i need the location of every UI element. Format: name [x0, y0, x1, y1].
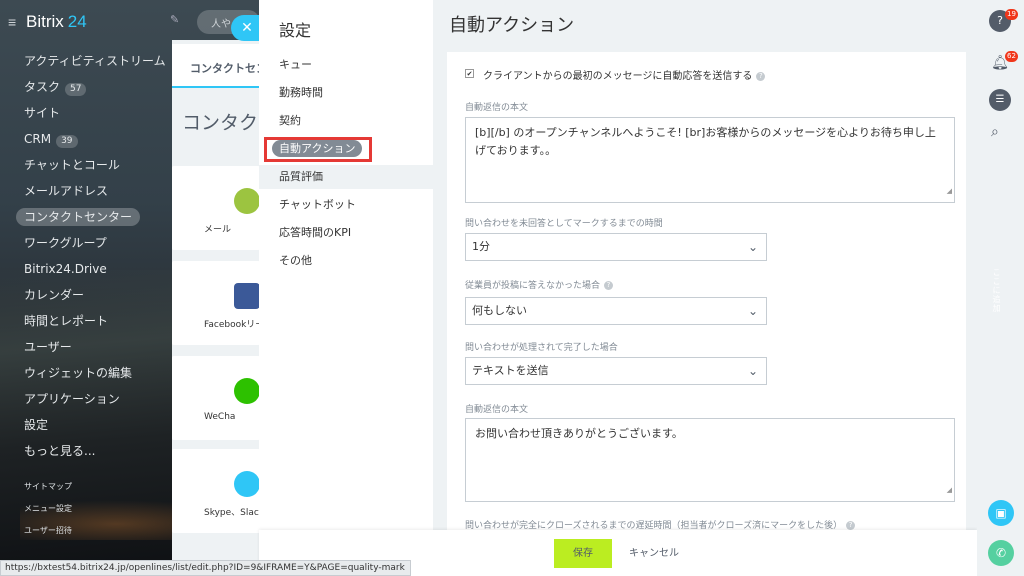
settings-nav-quality[interactable]: 品質評価: [259, 165, 433, 189]
add-here-vertical-label[interactable]: ここに追加: [991, 268, 1002, 313]
help-icon[interactable]: ?: [604, 281, 614, 290]
sidebar-item-more[interactable]: もっと見る...: [0, 438, 200, 464]
sidebar-item-tasks[interactable]: タスク 57: [0, 74, 200, 100]
auto-actions-form: ✔ クライアントからの最初のメッセージに自動応答を送信する? 自動返信の本文 […: [447, 52, 966, 530]
page-title: 自動アクション: [449, 15, 575, 36]
chevron-down-icon: ⌄: [747, 304, 758, 318]
sidebar-item-activity[interactable]: アクティビティストリーム: [0, 48, 200, 74]
mail-icon: [234, 188, 260, 214]
sidebar-item-widget-edit[interactable]: ウィジェットの編集: [0, 360, 200, 386]
delay-label: 問い合わせが完全にクローズされるまでの遅延時間（担当者がクローズ済にマークをした…: [465, 518, 856, 530]
cancel-button[interactable]: キャンセル: [629, 539, 679, 568]
sidebar-item-settings[interactable]: 設定: [0, 412, 200, 438]
no-answer-label: 従業員が投稿に答えなかった場合?: [465, 278, 614, 291]
sidebar-item-sites[interactable]: サイト: [0, 100, 200, 126]
sidebar-item-chat[interactable]: チャットとコール: [0, 152, 200, 178]
completed-label: 問い合わせが処理されて完了した場合: [465, 343, 618, 353]
help-icon[interactable]: ?: [846, 521, 856, 530]
facebook-icon: [234, 283, 260, 309]
auto-reply2-textarea[interactable]: お問い合わせ頂きありがとうございます。 ◢: [465, 418, 955, 502]
close-icon[interactable]: ✕: [241, 20, 253, 36]
grid-icon: [234, 471, 260, 497]
sidebar-item-time-reports[interactable]: 時間とレポート: [0, 308, 200, 334]
auto-reply2-label: 自動返信の本文: [465, 405, 529, 415]
open-lines-icon[interactable]: ▣: [988, 500, 1014, 526]
settings-nav-agreement[interactable]: 契約: [259, 109, 433, 133]
sidebar-item-drive[interactable]: Bitrix24.Drive: [0, 256, 200, 282]
sidebar-item-workgroups[interactable]: ワークグループ: [0, 230, 200, 256]
channel-card-facebook: Facebookリー: [172, 261, 264, 345]
sidebar-item-users[interactable]: ユーザー: [0, 334, 200, 360]
help-badge: 19: [1005, 9, 1018, 20]
no-answer-select[interactable]: 何もしない ⌄: [465, 297, 767, 325]
settings-nav: 設定 キュー 勤務時間 契約 自動アクション 品質評価 チャットボット 応答時間…: [259, 0, 433, 530]
hamburger-icon[interactable]: ≡: [8, 14, 20, 30]
settings-nav-chatbot[interactable]: チャットボット: [259, 193, 433, 217]
help-icon[interactable]: ?: [756, 71, 766, 81]
background-tab: コンタクトセン: [172, 44, 267, 88]
unanswered-time-select[interactable]: 1分 ⌄: [465, 233, 767, 261]
resize-grip-icon[interactable]: ◢: [947, 182, 952, 200]
highlight-annotation: [264, 137, 372, 162]
settings-nav-queue[interactable]: キュー: [259, 53, 433, 77]
settings-nav-kpi[interactable]: 応答時間のKPI: [259, 221, 433, 245]
wechat-icon: [234, 378, 260, 404]
chevron-down-icon: ⌄: [747, 364, 758, 378]
phone-icon[interactable]: ✆: [988, 540, 1014, 566]
count-badge: 39: [56, 135, 78, 148]
save-button[interactable]: 保存: [554, 539, 612, 568]
sidebar-item-calendar[interactable]: カレンダー: [0, 282, 200, 308]
sidebar-item-contact-center[interactable]: コンタクトセンター: [0, 204, 200, 230]
auto-reply-checkbox[interactable]: ✔: [465, 69, 474, 78]
background-title: コンタク: [182, 112, 259, 134]
notify-badge: 62: [1005, 51, 1018, 62]
sidebar-item-crm[interactable]: CRM 39: [0, 126, 200, 152]
resize-grip-icon[interactable]: ◢: [947, 481, 952, 499]
count-badge: 57: [65, 83, 87, 96]
settings-nav-work-hours[interactable]: 勤務時間: [259, 81, 433, 105]
unanswered-label: 問い合わせを未回答としてマークするまでの時間: [465, 219, 663, 229]
sidebar-link-invite[interactable]: ユーザー招待: [0, 520, 200, 542]
sidebar-nav: アクティビティストリーム タスク 57 サイト CRM 39 チャットとコール メー…: [0, 48, 200, 542]
sidebar-link-sitemap[interactable]: サイトマップ: [0, 476, 200, 498]
channel-card-wechat: WeCha: [172, 356, 260, 440]
settings-title: 設定: [279, 21, 312, 40]
search-icon[interactable]: ⌕: [991, 124, 999, 140]
sidebar-item-mail[interactable]: メールアドレス: [0, 178, 200, 204]
settings-nav-other[interactable]: その他: [259, 249, 433, 273]
channel-card-mail: メール: [172, 166, 260, 250]
sidebar-link-menu-settings[interactable]: メニュー設定: [0, 498, 200, 520]
sidebar-item-applications[interactable]: アプリケーション: [0, 386, 200, 412]
chat-icon[interactable]: ☰: [989, 89, 1011, 111]
auto-reply-label: 自動返信の本文: [465, 103, 529, 113]
settings-slider: 設定 キュー 勤務時間 契約 自動アクション 品質評価 チャットボット 応答時間…: [259, 0, 977, 576]
auto-reply-textarea[interactable]: [b][/b] のオープンチャンネルへようこそ! [br]お客様からのメッセージ…: [465, 117, 955, 203]
completed-action-select[interactable]: テキストを送信 ⌄: [465, 357, 767, 385]
chevron-down-icon: ⌄: [747, 240, 758, 254]
app-logo[interactable]: ≡ Bitrix 24: [8, 12, 87, 32]
edit-icon[interactable]: ✎: [170, 13, 179, 26]
auto-reply-checkbox-label[interactable]: クライアントからの最初のメッセージに自動応答を送信する?: [483, 67, 766, 82]
status-bar-url: https://bxtest54.bitrix24.jp/openlines/l…: [0, 560, 411, 576]
channel-card-skype: Skype、Slack: [172, 449, 264, 533]
